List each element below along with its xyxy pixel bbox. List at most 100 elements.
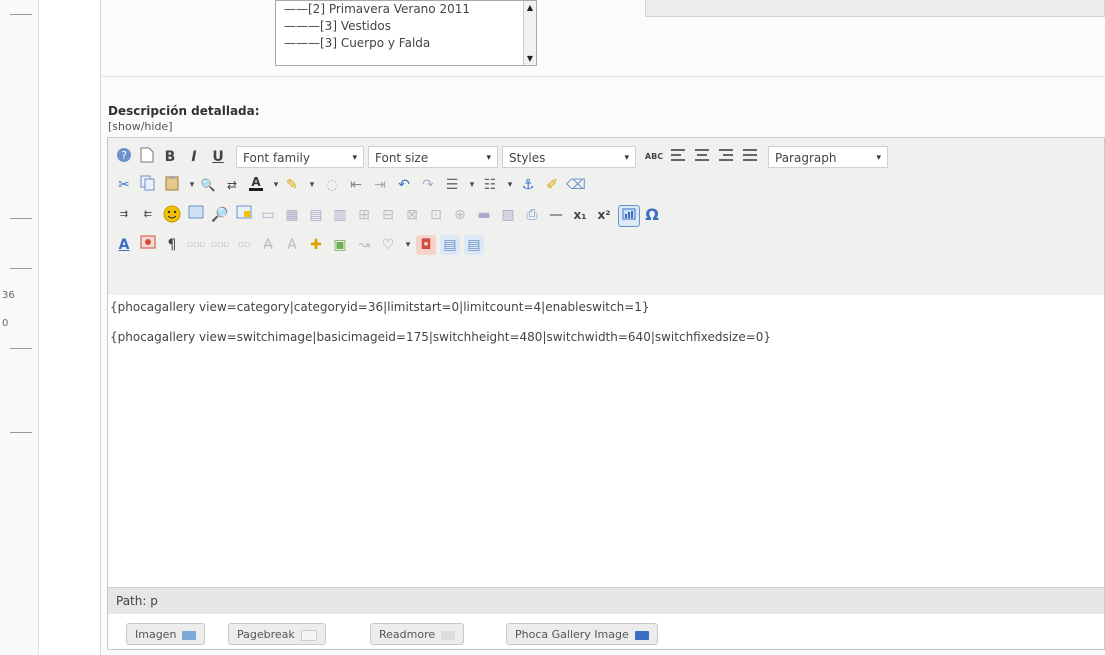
show-hide-toggle[interactable]: [show/hide] <box>108 120 173 133</box>
insert-row-icon[interactable]: ⊞ <box>354 205 374 225</box>
pagebreak-tool-icon[interactable]: ♡ <box>378 235 398 255</box>
chevron-down-icon[interactable]: ▾ <box>462 175 482 195</box>
list-item[interactable]: ———[3] Cuerpo y Falda <box>276 35 536 52</box>
chevron-down-icon: ▾ <box>624 153 629 163</box>
insert-image-icon[interactable] <box>138 235 158 255</box>
undo-icon[interactable]: ↶ <box>394 175 414 195</box>
chevron-down-icon[interactable]: ▾ <box>500 175 520 195</box>
special-char-button[interactable]: Ω <box>642 205 662 225</box>
chevron-down-icon[interactable]: ▾ <box>302 175 322 195</box>
replace-icon[interactable]: ⇄ <box>222 175 242 195</box>
find-icon[interactable]: 🔍 <box>198 175 218 195</box>
row-props-icon[interactable]: ▤ <box>306 205 326 225</box>
toolbar-row-4: A ¶ ▫▫▫ ▫▫▫ ▫▫ A̶ A ✚ ▣ ↝ ♡ ▾ ◘ ▤ ▤ <box>112 232 1105 260</box>
align-center-icon[interactable] <box>692 147 712 167</box>
list-scrollbar[interactable]: ▲ ▼ <box>523 1 536 65</box>
path-value[interactable]: p <box>150 594 158 608</box>
fullpage-icon[interactable]: ▤ <box>464 235 484 255</box>
fullscreen-icon[interactable]: ▤ <box>440 235 460 255</box>
style-props-icon[interactable]: A <box>114 235 134 255</box>
html-source-icon[interactable]: ◘ <box>416 235 436 255</box>
scroll-up-icon[interactable]: ▲ <box>524 3 536 12</box>
insert-col-icon[interactable]: ⊠ <box>402 205 422 225</box>
outdent-icon[interactable]: ⇤ <box>346 175 366 195</box>
readmore-label: Readmore <box>379 628 436 641</box>
divider <box>100 76 1105 77</box>
editor-content-area[interactable]: {phocagallery view=category|categoryid=3… <box>108 296 1104 586</box>
highlight-color-icon[interactable]: ✎ <box>282 175 302 195</box>
nonbreaking-icon[interactable]: ↝ <box>354 235 374 255</box>
emoticons-icon[interactable] <box>162 205 182 225</box>
list-item[interactable]: ———[3] Vestidos <box>276 18 536 35</box>
strip-number: 0 <box>2 318 9 329</box>
template-icon[interactable]: ▣ <box>330 235 350 255</box>
help-icon[interactable]: ? <box>114 147 134 167</box>
editor-status-bar: Path: p <box>108 587 1104 614</box>
ltr-icon[interactable]: ⇉ <box>114 205 134 225</box>
font-family-select[interactable]: Font family ▾ <box>236 146 364 168</box>
divider <box>10 348 32 349</box>
italic-button[interactable]: I <box>184 147 204 167</box>
cite-icon: ▫▫▫ <box>186 240 206 250</box>
phoca-gallery-image-label: Phoca Gallery Image <box>515 628 629 641</box>
divider <box>10 218 32 219</box>
delete-col-icon[interactable]: ⊡ <box>426 205 446 225</box>
subscript-button[interactable]: x₁ <box>570 205 590 225</box>
category-select-list[interactable]: ——[2] Primavera Verano 2011 ———[3] Vesti… <box>275 0 537 66</box>
table-icon[interactable]: ▦ <box>282 205 302 225</box>
align-right-icon[interactable] <box>716 147 736 167</box>
horizontal-rule-icon[interactable]: — <box>546 205 566 225</box>
divider <box>10 14 32 15</box>
align-justify-icon[interactable] <box>740 147 760 167</box>
phoca-gallery-image-button[interactable]: Phoca Gallery Image <box>506 623 658 645</box>
field-box[interactable] <box>645 0 1105 17</box>
print-icon[interactable]: ⎙ <box>522 205 542 225</box>
rtl-icon[interactable]: ⇇ <box>138 205 158 225</box>
svg-text:A: A <box>251 175 261 189</box>
insert-layer-icon[interactable] <box>234 205 254 225</box>
copy-icon[interactable] <box>138 175 158 195</box>
superscript-button[interactable]: x² <box>594 205 614 225</box>
remove-format-icon[interactable]: ▧ <box>498 205 518 225</box>
align-left-icon[interactable] <box>668 147 688 167</box>
chevron-down-icon[interactable]: ▾ <box>398 235 418 255</box>
font-size-select[interactable]: Font size ▾ <box>368 146 498 168</box>
insert-image-button[interactable]: Imagen <box>126 623 206 645</box>
new-document-icon[interactable] <box>137 147 157 167</box>
list-item[interactable]: ——[2] Primavera Verano 2011 <box>276 1 536 18</box>
redo-icon[interactable]: ↷ <box>418 175 438 195</box>
numbered-list-icon[interactable]: ☷ <box>480 175 500 195</box>
show-blocks-icon[interactable]: ¶ <box>162 235 182 255</box>
anchor-icon[interactable]: ⚓ <box>518 175 538 195</box>
edit-icon[interactable]: ⌫ <box>566 175 586 195</box>
spellcheck-button[interactable]: ABC <box>642 147 666 167</box>
toolbar-row-1: ? B I U Font family ▾ Font size ▾ Styles… <box>112 144 1105 172</box>
pagebreak-label: Pagebreak <box>237 628 295 641</box>
divider <box>10 268 32 269</box>
layer-icon[interactable]: ▭ <box>258 205 278 225</box>
indent-icon[interactable]: ⇥ <box>370 175 390 195</box>
delete-row-icon[interactable]: ⊟ <box>378 205 398 225</box>
text-color-icon[interactable]: A <box>246 175 266 195</box>
merge-cells-icon[interactable]: ⊕ <box>450 205 470 225</box>
bullet-list-icon[interactable]: ☰ <box>442 175 462 195</box>
styles-select[interactable]: Styles ▾ <box>502 146 636 168</box>
wysiwyg-editor: ? B I U Font family ▾ Font size ▾ Styles… <box>107 137 1105 650</box>
attribs-icon[interactable]: ✚ <box>306 235 326 255</box>
media-icon[interactable] <box>186 205 206 225</box>
preview-icon[interactable]: 🔎 <box>210 205 230 225</box>
underline-button[interactable]: U <box>208 147 228 167</box>
pagebreak-button[interactable]: Pagebreak <box>228 623 326 645</box>
paste-icon[interactable] <box>162 175 182 195</box>
visual-aid-icon[interactable] <box>618 205 640 227</box>
cell-props-icon[interactable]: ▥ <box>330 205 350 225</box>
readmore-button[interactable]: Readmore <box>370 623 465 645</box>
cleanup-icon[interactable]: ✐ <box>542 175 562 195</box>
bold-button[interactable]: B <box>160 147 180 167</box>
content-line: {phocagallery view=switchimage|basicimag… <box>110 330 772 344</box>
paragraph-format-select[interactable]: Paragraph ▾ <box>768 146 888 168</box>
cut-icon[interactable]: ✂ <box>114 175 134 195</box>
font-size-value: Font size <box>375 151 429 165</box>
scroll-down-icon[interactable]: ▼ <box>524 54 536 63</box>
hr-icon[interactable]: ▬ <box>474 205 494 225</box>
